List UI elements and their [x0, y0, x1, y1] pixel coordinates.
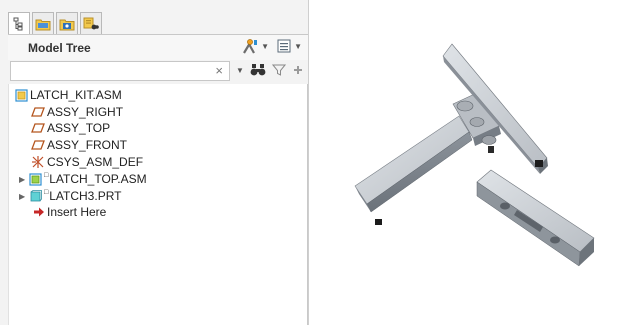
settings-button[interactable]: ▼	[241, 38, 269, 54]
tree-item-label: LATCH_KIT.ASM	[30, 88, 122, 102]
tree-item-label: ASSY_TOP	[47, 121, 111, 135]
tree-item-label: CSYS_ASM_DEF	[47, 155, 144, 169]
folder-browser-tab[interactable]	[32, 12, 54, 34]
latch-model-render	[354, 43, 595, 267]
tree-item-label: ASSY_FRONT	[47, 138, 128, 152]
superscript-marker: □	[44, 172, 49, 179]
search-tools-icon	[83, 17, 99, 29]
tree-item-latch-top-asm[interactable]: ▶ □LATCH_TOP.ASM	[19, 171, 147, 187]
superscript-marker: □	[44, 189, 49, 196]
tree-item-label: □LATCH3.PRT	[44, 189, 121, 203]
add-icon[interactable]	[292, 64, 304, 76]
graphics-viewport[interactable]	[309, 0, 617, 325]
show-button[interactable]: ▼	[276, 38, 302, 54]
navigator-tabs	[8, 12, 102, 34]
tree-item-label: □LATCH_TOP.ASM	[44, 172, 147, 186]
folder-icon	[35, 19, 51, 30]
show-icon	[277, 39, 291, 53]
search-tools: ▼	[236, 63, 304, 77]
favorites-icon	[59, 19, 75, 30]
tree-item-label: Insert Here	[47, 205, 107, 219]
tree-item-latch3-prt[interactable]: ▶ □LATCH3.PRT	[19, 188, 121, 204]
tree-item-assy-right[interactable]: ASSY_RIGHT	[31, 104, 123, 120]
datum-plane-icon	[31, 107, 45, 117]
show-caret-icon: ▼	[294, 41, 302, 51]
clear-search-icon[interactable]: ×	[215, 63, 223, 78]
search-input[interactable]	[11, 63, 209, 81]
expand-icon[interactable]: ▶	[19, 175, 29, 184]
favorites-tab[interactable]	[56, 12, 78, 34]
csys-icon	[32, 156, 44, 168]
tree-item-csys-asm-def[interactable]: CSYS_ASM_DEF	[31, 154, 143, 170]
search-row: × ▼	[8, 60, 308, 84]
settings-icon	[243, 39, 258, 54]
part-icon	[30, 189, 42, 201]
search-options-caret-icon[interactable]: ▼	[236, 66, 244, 75]
assembly-icon	[15, 88, 28, 102]
tree-item-label-text: LATCH_TOP.ASM	[49, 172, 147, 186]
tree-item-label: ASSY_RIGHT	[47, 105, 124, 119]
tree-icon	[13, 17, 23, 30]
layers-tab[interactable]	[80, 12, 102, 34]
insert-arrow-icon	[34, 207, 44, 217]
filter-icon[interactable]	[271, 63, 286, 77]
subassembly-icon	[29, 172, 42, 186]
model-tree-header: Model Tree ▼ ▼	[8, 34, 308, 60]
tree-item-assy-top[interactable]: ASSY_TOP	[31, 120, 110, 136]
tree-item-assy-front[interactable]: ASSY_FRONT	[31, 137, 127, 153]
datum-plane-icon	[31, 123, 45, 133]
expand-icon[interactable]: ▶	[19, 192, 29, 201]
header-tools: ▼ ▼	[241, 38, 302, 54]
tree-item-insert-here[interactable]: Insert Here	[33, 204, 106, 220]
model-tree: LATCH_KIT.ASM ASSY_RIGHT ASSY_TOP ASSY_F…	[8, 84, 308, 325]
settings-caret-icon: ▼	[261, 41, 270, 51]
search-box[interactable]: ×	[10, 61, 230, 81]
tree-item-latch-kit-asm[interactable]: LATCH_KIT.ASM	[15, 87, 122, 103]
find-icon[interactable]	[250, 63, 266, 77]
datum-plane-icon	[31, 140, 45, 150]
model-tree-panel: Model Tree ▼ ▼ × ▼ LATCH_KIT.ASM ASSY_RI…	[0, 0, 308, 325]
model-tree-tab[interactable]	[8, 12, 30, 34]
panel-title: Model Tree	[28, 41, 91, 55]
tree-item-label-text: LATCH3.PRT	[49, 189, 122, 203]
